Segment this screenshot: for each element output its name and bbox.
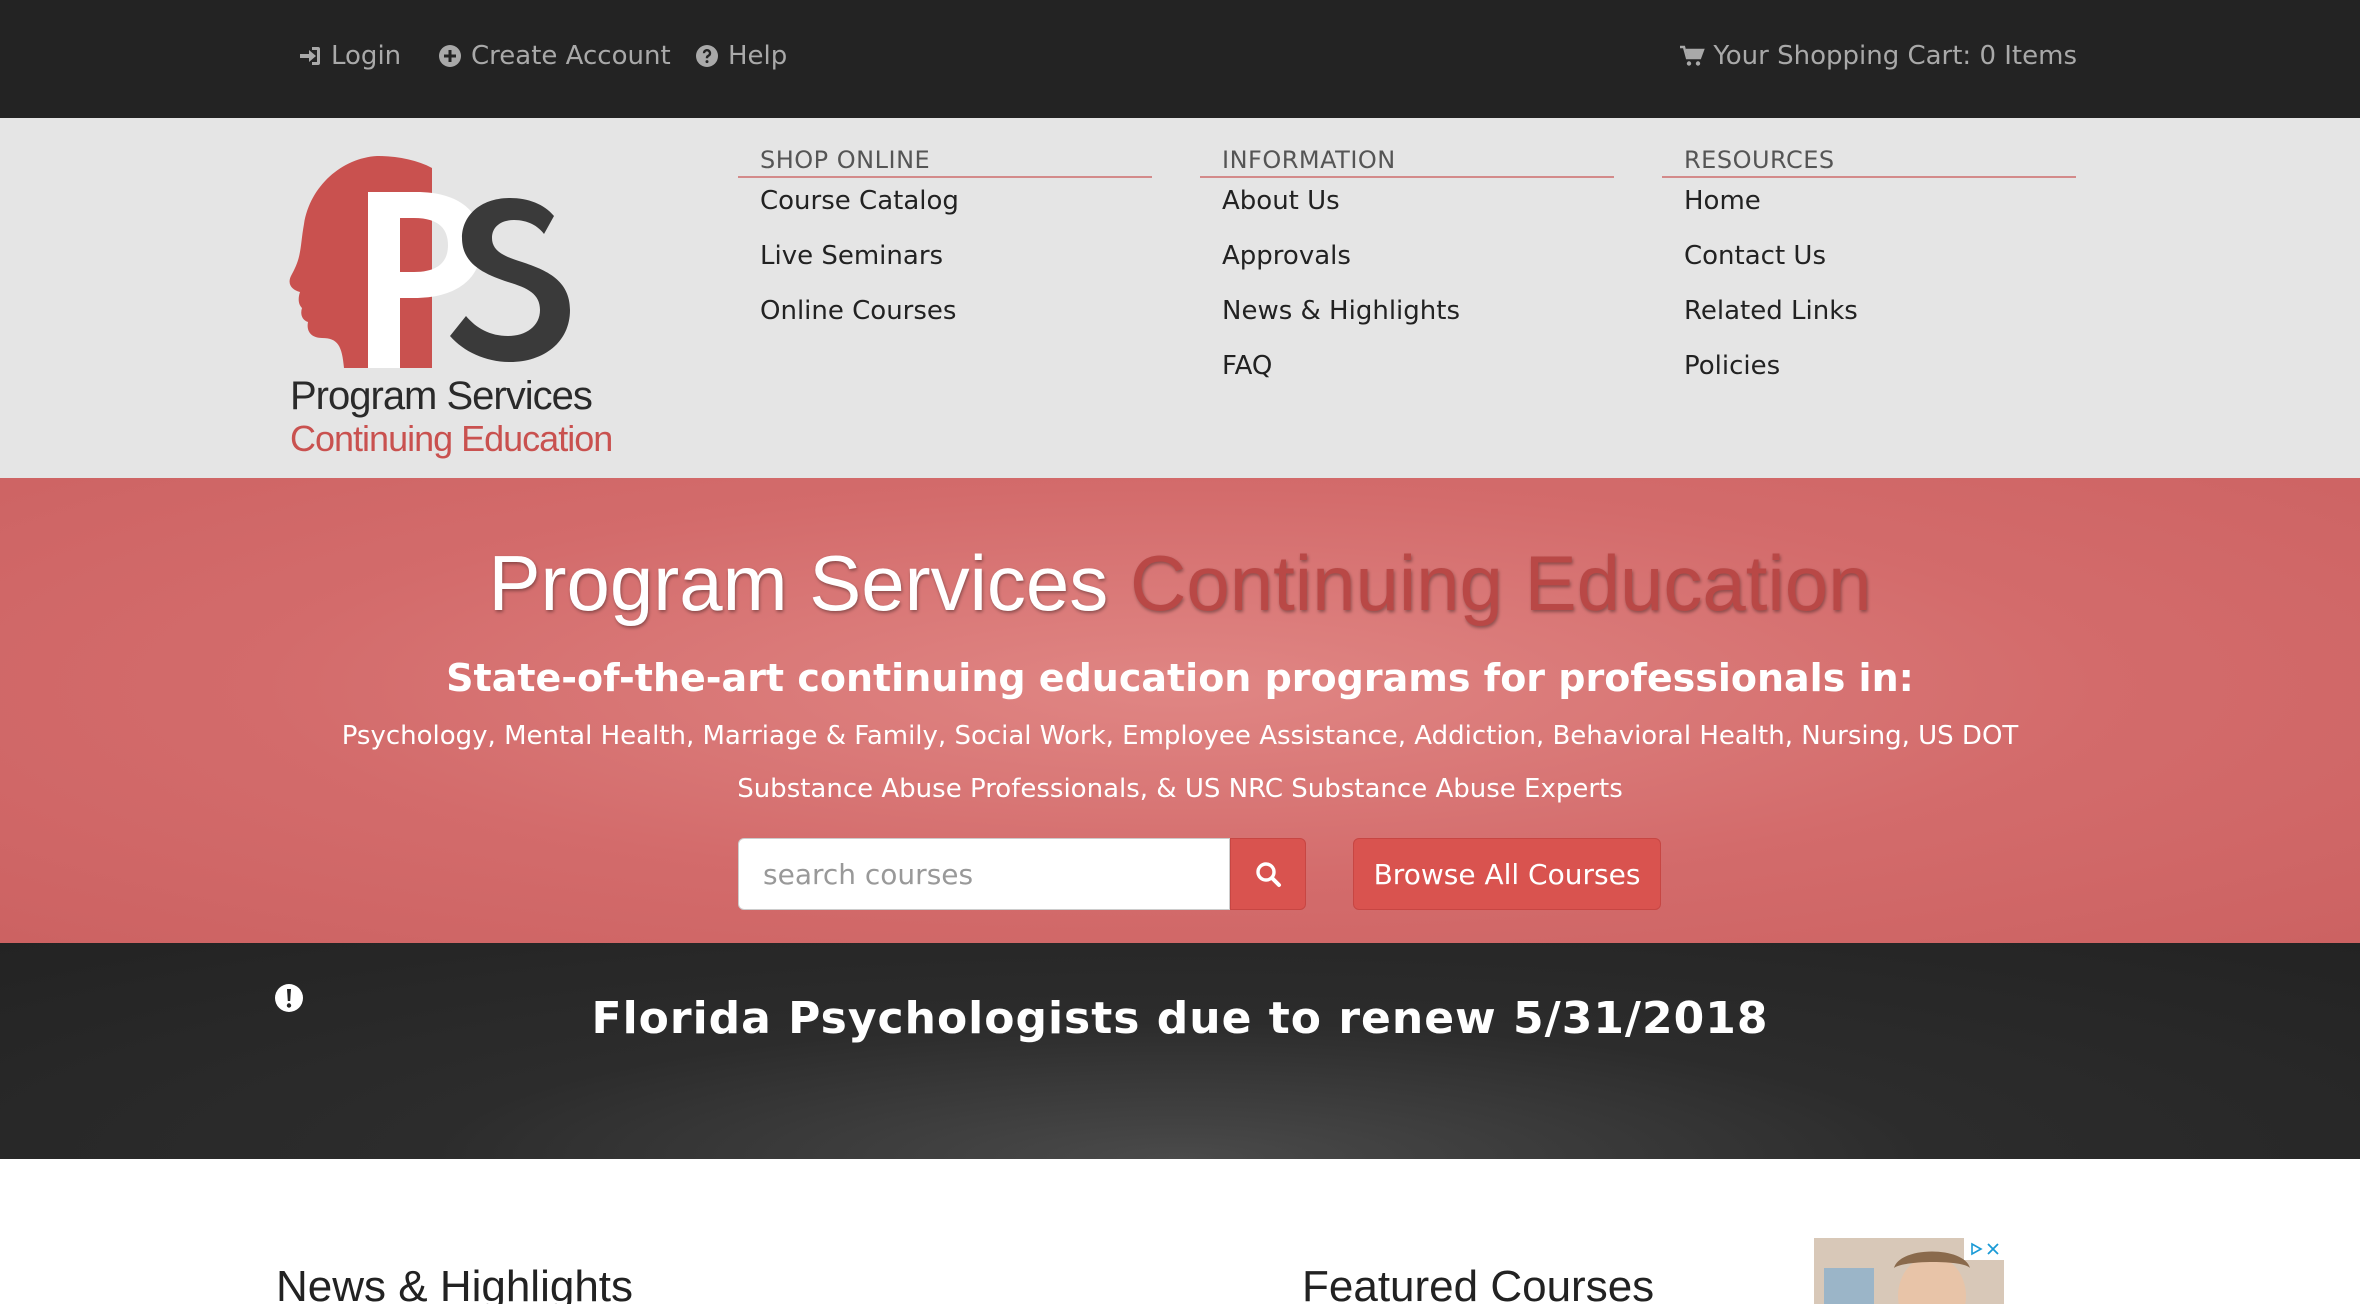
- shopping-cart-label: Your Shopping Cart: 0 Items: [1713, 41, 2077, 71]
- hero-banner: Program Services Continuing Education St…: [0, 478, 2360, 943]
- create-account-link[interactable]: Create Account: [437, 38, 671, 74]
- nav-shop-online: SHOP ONLINE Course Catalog Live Seminars…: [738, 146, 1152, 339]
- nav-item-live-seminars[interactable]: Live Seminars: [738, 229, 1152, 284]
- nav-item-related-links[interactable]: Related Links: [1662, 284, 2076, 339]
- alert-text: Florida Psychologists due to renew 5/31/…: [591, 993, 1769, 1044]
- help-label: Help: [728, 41, 788, 71]
- advertisement[interactable]: [1814, 1238, 2004, 1304]
- question-circle-icon: [694, 43, 720, 69]
- plus-circle-icon: [437, 43, 463, 69]
- site-header: Program Services Continuing Education SH…: [0, 118, 2360, 478]
- ad-choices-icon: [1970, 1242, 1983, 1256]
- news-highlights-heading: News & Highlights: [276, 1262, 634, 1304]
- close-icon[interactable]: [1986, 1242, 2000, 1256]
- ad-choices-badge[interactable]: [1964, 1238, 2004, 1260]
- nav-item-contact-us[interactable]: Contact Us: [1662, 229, 2076, 284]
- nav-item-news-highlights[interactable]: News & Highlights: [1200, 284, 1614, 339]
- featured-courses-heading: Featured Courses: [1302, 1262, 1655, 1304]
- nav-item-policies[interactable]: Policies: [1662, 339, 2076, 394]
- help-link[interactable]: Help: [694, 38, 787, 74]
- nav-item-course-catalog[interactable]: Course Catalog: [738, 174, 1152, 229]
- nav-item-faq[interactable]: FAQ: [1200, 339, 1614, 394]
- course-search: [738, 838, 1306, 910]
- nav-information: INFORMATION About Us Approvals News & Hi…: [1200, 146, 1614, 394]
- search-button[interactable]: [1230, 838, 1306, 910]
- hero-title-red: Continuing Education: [1129, 539, 1872, 627]
- nav-resources: RESOURCES Home Contact Us Related Links …: [1662, 146, 2076, 394]
- logo-line1: Program Services: [290, 374, 593, 418]
- create-account-label: Create Account: [471, 41, 671, 71]
- nav-item-approvals[interactable]: Approvals: [1200, 229, 1614, 284]
- logo-line2: Continuing Education: [290, 418, 613, 459]
- hero-description: Psychology, Mental Health, Marriage & Fa…: [341, 721, 2019, 804]
- nav-item-about-us[interactable]: About Us: [1200, 174, 1614, 229]
- logo-emblem: [289, 156, 570, 368]
- search-icon: [1256, 862, 1281, 887]
- search-input[interactable]: [738, 838, 1230, 910]
- sign-in-icon: [297, 43, 323, 69]
- nav-item-online-courses[interactable]: Online Courses: [738, 284, 1152, 339]
- shopping-cart-link[interactable]: Your Shopping Cart: 0 Items: [1679, 38, 2077, 74]
- renewal-alert: Florida Psychologists due to renew 5/31/…: [0, 943, 2360, 1159]
- shopping-cart-icon: [1679, 43, 1706, 69]
- login-label: Login: [331, 41, 402, 71]
- nav-item-home[interactable]: Home: [1662, 174, 2076, 229]
- browse-all-courses-button[interactable]: Browse All Courses: [1353, 838, 1661, 910]
- top-bar: Login Create Account Help Your Shopping …: [0, 0, 2360, 118]
- hero-title: Program Services Continuing Education: [0, 538, 2360, 629]
- hero-title-white: Program Services: [488, 539, 1130, 627]
- hero-subtitle: State-of-the-art continuing education pr…: [446, 656, 1914, 700]
- login-link[interactable]: Login: [297, 38, 401, 74]
